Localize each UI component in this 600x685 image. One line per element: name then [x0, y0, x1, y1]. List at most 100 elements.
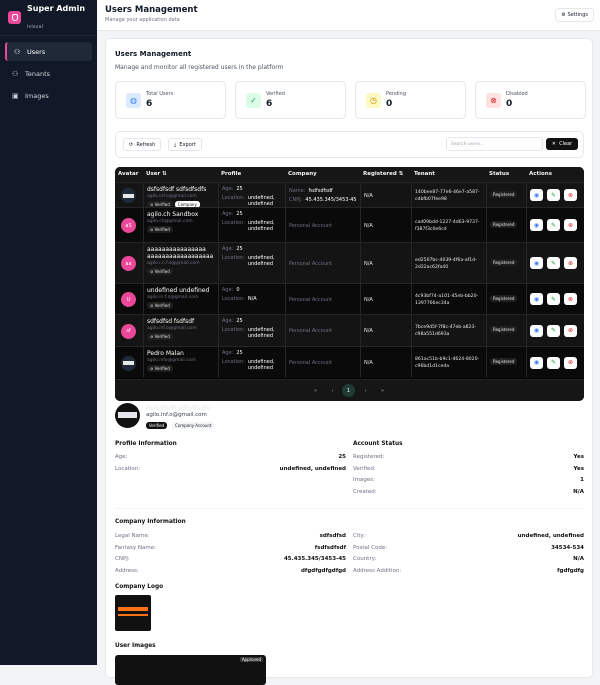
personal-account-label: Personal Account	[289, 328, 333, 334]
table-header: Avatar User ⇅ Profile Company Registered ⇅ Te…	[115, 167, 584, 182]
badges: ⊘ Verified	[147, 224, 215, 233]
user-cell: aaaaaaaaaaaaaaaa aaaaaaaaaaaaaaaaaa agilo…	[143, 243, 218, 283]
eye-icon: ◉	[533, 295, 540, 303]
age-label: Age:	[222, 287, 234, 293]
kv-value: fsdfsdfsdf	[314, 544, 346, 551]
view-button[interactable]: ◉	[530, 219, 543, 231]
disable-button[interactable]: ⊗	[564, 257, 577, 269]
page-1-button[interactable]: 1	[342, 384, 355, 397]
sidebar-item-tenants[interactable]: ⚇ Tenants	[5, 64, 92, 83]
gear-icon: ⚙	[561, 12, 566, 18]
disable-button[interactable]: ⊗	[564, 324, 577, 337]
eye-icon: ◉	[533, 259, 540, 267]
age-label: Age:	[222, 350, 234, 356]
view-button[interactable]: ◉	[530, 356, 543, 369]
avatar: U	[121, 292, 136, 307]
ban-icon: ⊗	[567, 327, 574, 334]
company-field: CNPJ: 45.435.345/3453-45	[115, 556, 346, 562]
stat-label: Verified	[266, 91, 285, 97]
sidebar-item-images[interactable]: ▣ Images	[5, 86, 92, 105]
avatar: aa	[121, 256, 136, 271]
avatar-image	[123, 193, 134, 198]
location-value: undefined, undefined	[247, 220, 275, 232]
column-header[interactable]: User ⇅	[146, 171, 167, 177]
verified-label: Verified	[154, 303, 170, 308]
location-label: Location:	[222, 195, 245, 201]
kv-label: Images:	[353, 477, 375, 483]
app-title: Super Admin	[27, 3, 86, 13]
status-cell: Registered	[486, 347, 526, 378]
registered-cell: N/A	[360, 284, 411, 314]
disabled-icon: ⊗	[486, 93, 501, 108]
edit-button[interactable]: ✎	[547, 219, 560, 231]
disable-button[interactable]: ⊗	[564, 356, 577, 369]
profile-cell: Age: 25 Location: undefined, undefined	[218, 315, 285, 346]
tenant-cell: cad09bdd-1227-4d63-9737-f387f3c0e6cd	[411, 208, 486, 242]
page-header: Users Management Manage your application…	[97, 0, 600, 31]
column-header[interactable]: Registered ⇅	[363, 171, 403, 177]
settings-button[interactable]: ⚙ Settings	[555, 8, 594, 22]
clear-button[interactable]: ✕ Clear	[546, 138, 578, 150]
kv-label: CNPJ:	[115, 556, 130, 562]
edit-button[interactable]: ✎	[547, 189, 560, 201]
verified-badge: Verified	[146, 422, 168, 429]
prev-page-button[interactable]: ‹	[326, 384, 339, 397]
personal-account-label: Personal Account	[289, 360, 333, 366]
refresh-button[interactable]: ⟳ Refresh	[123, 138, 162, 151]
disable-button[interactable]: ⊗	[564, 293, 577, 305]
total-users-icon: ◍	[126, 93, 141, 108]
last-page-button[interactable]: »	[376, 384, 389, 397]
search-input[interactable]: Search users...	[446, 137, 543, 151]
verified-label: Verified	[154, 334, 170, 339]
column-header: Status	[489, 171, 510, 177]
ban-icon: ⊗	[567, 259, 574, 267]
user-image[interactable]: Approved	[115, 655, 266, 685]
status-badge: Registered	[490, 258, 518, 266]
eye-icon: ◉	[533, 327, 540, 334]
shield-logo-icon	[8, 11, 21, 24]
kv-value: 34534-534	[551, 544, 584, 551]
age-line: Age: 25	[222, 211, 282, 217]
location-value: N/A	[247, 296, 257, 302]
kv-value: sdfsdfsd	[319, 533, 346, 539]
age-line: Age: 25	[222, 350, 282, 356]
kv-label: Postal Code:	[353, 544, 388, 551]
sidebar-item-users[interactable]: ⚇ Users	[5, 42, 92, 61]
next-page-button[interactable]: ›	[359, 384, 372, 397]
avatar-image	[123, 361, 134, 365]
edit-button[interactable]: ✎	[547, 356, 560, 369]
account-status-title: Account Status	[353, 441, 403, 447]
edit-button[interactable]: ✎	[547, 293, 560, 305]
page-title: Users Management	[105, 5, 198, 15]
column-header: Company	[288, 171, 317, 177]
verified-label: Verified	[154, 227, 170, 232]
status-badge: Registered	[490, 190, 518, 198]
ban-icon: ⊗	[567, 359, 574, 366]
kv-label: City:	[353, 533, 366, 539]
tenant-cell: 7bce9d5f-7f8c-47eb-a823-c98a551d693a	[411, 315, 486, 346]
stat-card: ⊗ Disabled 0	[475, 81, 586, 119]
view-button[interactable]: ◉	[530, 293, 543, 305]
download-icon: ⤓	[174, 141, 177, 148]
pending-icon: ◷	[366, 93, 381, 108]
registered-cell: N/A	[360, 243, 411, 283]
disable-button[interactable]: ⊗	[564, 189, 577, 201]
view-button[interactable]: ◉	[530, 189, 543, 201]
actions-cell: ◉ ✎ ⊗	[526, 347, 584, 378]
age-line: Age: 25	[222, 318, 282, 324]
view-button[interactable]: ◉	[530, 257, 543, 269]
disable-button[interactable]: ⊗	[564, 219, 577, 231]
table-row: Uundefined undefined agilo.in.f.o@gmail.c…	[115, 283, 584, 314]
registered-cell: N/A	[360, 315, 411, 346]
actions-cell: ◉ ✎ ⊗	[526, 243, 584, 283]
avatar: aS	[121, 218, 136, 233]
company-cell: Personal Account	[285, 347, 360, 378]
view-button[interactable]: ◉	[530, 324, 543, 337]
edit-button[interactable]: ✎	[547, 324, 560, 337]
edit-button[interactable]: ✎	[547, 257, 560, 269]
first-page-button[interactable]: «	[309, 384, 322, 397]
profile-cell: Age: 25 Location: undefined, undefined	[218, 243, 285, 283]
export-button[interactable]: ⤓ Export	[168, 138, 202, 151]
column-header: Profile	[221, 171, 242, 177]
export-label: Export	[179, 141, 196, 148]
